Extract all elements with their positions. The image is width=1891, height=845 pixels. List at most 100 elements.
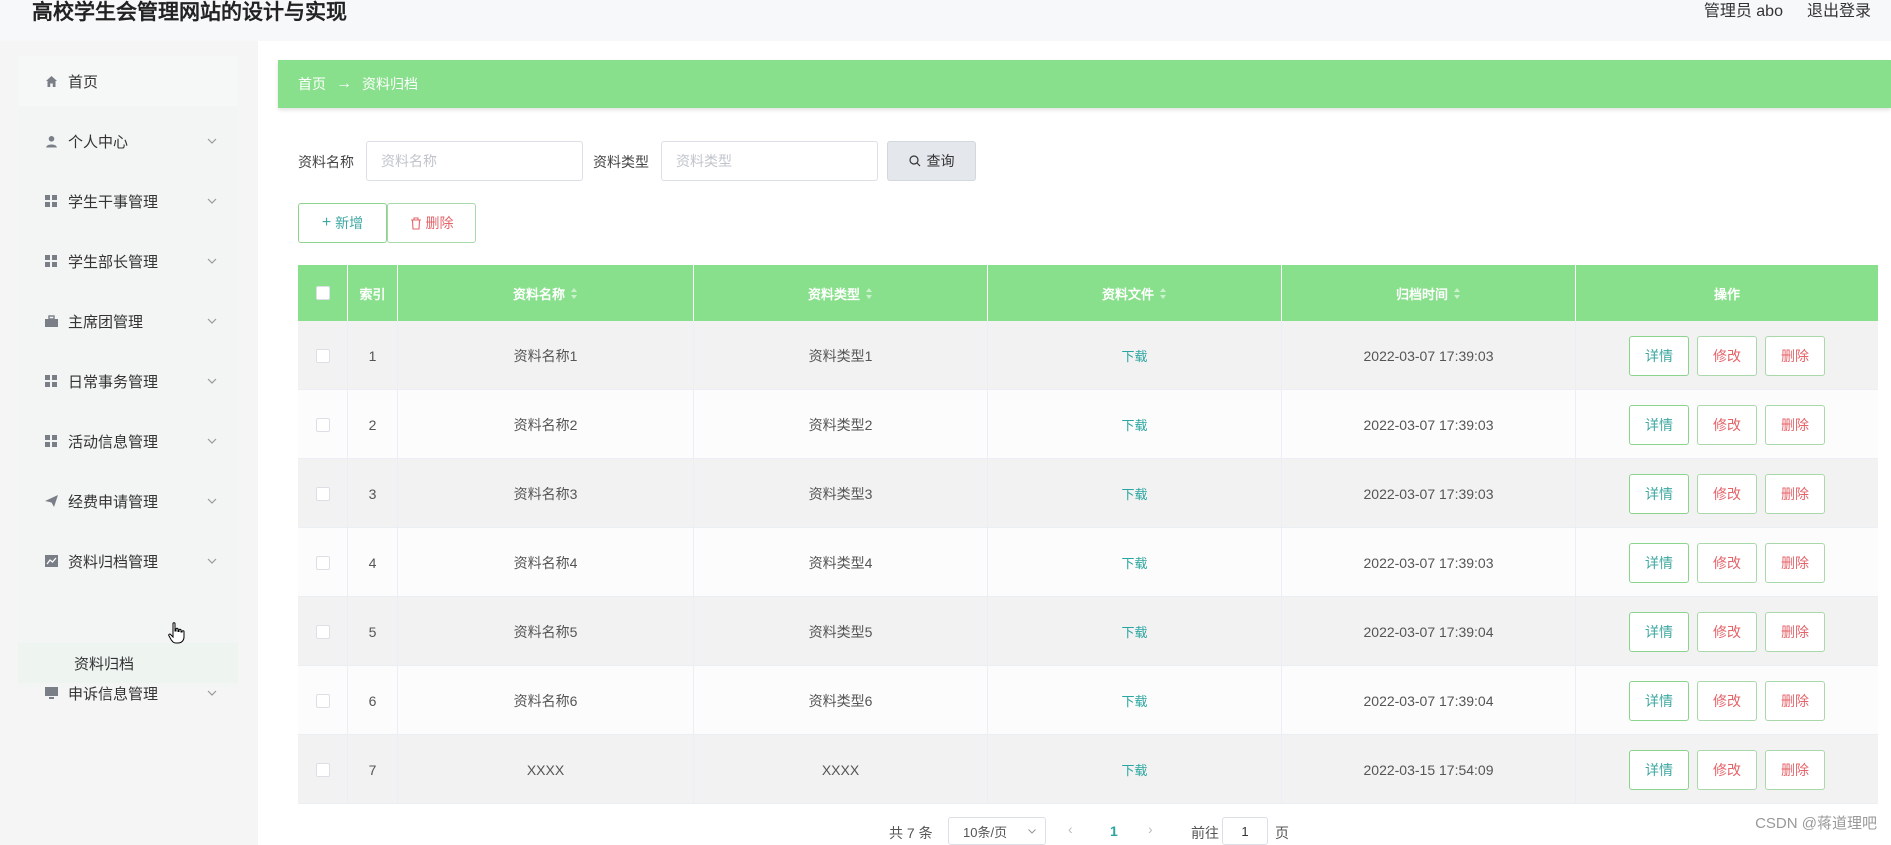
- download-link[interactable]: 下载: [1121, 484, 1147, 503]
- sidebar-item-archive-management[interactable]: 资料归档管理: [18, 536, 238, 586]
- chevron-down-icon: [1028, 829, 1036, 834]
- delete-button[interactable]: 删除: [1765, 749, 1825, 790]
- sidebar-item-student-staff[interactable]: 学生干事管理: [18, 176, 238, 226]
- header-type[interactable]: 资料类型: [694, 265, 988, 321]
- admin-user-label[interactable]: 管理员 abo: [1704, 0, 1783, 24]
- chart-icon: [44, 554, 58, 568]
- row-checkbox-cell: [298, 597, 348, 666]
- sidebar-item-personal-center[interactable]: 个人中心: [18, 116, 238, 166]
- sort-icon[interactable]: [866, 287, 873, 299]
- download-link[interactable]: 下载: [1121, 691, 1147, 710]
- sidebar-item-home[interactable]: 首页: [18, 56, 238, 106]
- header-name[interactable]: 资料名称: [398, 265, 694, 321]
- row-checkbox[interactable]: [315, 762, 330, 777]
- download-link[interactable]: 下载: [1121, 760, 1147, 779]
- goto-page-input[interactable]: [1222, 817, 1268, 845]
- sidebar-item-label: 学生部长管理: [68, 253, 159, 271]
- row-time: 2022-03-07 17:39:03: [1282, 528, 1576, 597]
- row-checkbox-cell: [298, 321, 348, 390]
- header-time[interactable]: 归档时间: [1282, 265, 1576, 321]
- add-button-label: 新增: [335, 215, 364, 231]
- next-page-icon[interactable]: ›: [1148, 821, 1153, 837]
- row-checkbox-cell: [298, 390, 348, 459]
- download-link[interactable]: 下载: [1121, 415, 1147, 434]
- row-checkbox[interactable]: [315, 486, 330, 501]
- detail-button[interactable]: 详情: [1629, 680, 1689, 721]
- download-link[interactable]: 下载: [1121, 553, 1147, 572]
- row-index: 7: [348, 735, 398, 804]
- sidebar-item-daily-affairs[interactable]: 日常事务管理: [18, 356, 238, 406]
- sidebar-item-activity-info[interactable]: 活动信息管理: [18, 416, 238, 466]
- delete-button[interactable]: 删除: [1765, 335, 1825, 376]
- select-all-checkbox[interactable]: [315, 286, 330, 300]
- header-file[interactable]: 资料文件: [988, 265, 1282, 321]
- table-header: 索引 资料名称 资料类型 资料文件 归档时间 操作: [298, 265, 1878, 321]
- breadcrumb-home[interactable]: 首页: [298, 74, 326, 94]
- prev-page-icon[interactable]: ‹: [1068, 821, 1073, 837]
- grid-icon: [44, 194, 58, 208]
- header-ops-label: 操作: [1713, 286, 1740, 302]
- grid-icon: [44, 434, 58, 448]
- sidebar-item-student-minister[interactable]: 学生部长管理: [18, 236, 238, 286]
- detail-button[interactable]: 详情: [1629, 542, 1689, 583]
- edit-button[interactable]: 修改: [1697, 680, 1757, 721]
- delete-button[interactable]: 删除: [1765, 611, 1825, 652]
- delete-button[interactable]: 删除: [1765, 542, 1825, 583]
- row-index: 1: [348, 321, 398, 390]
- row-checkbox[interactable]: [315, 348, 330, 363]
- edit-button[interactable]: 修改: [1697, 542, 1757, 583]
- sidebar-item-label: 个人中心: [68, 133, 129, 151]
- top-bar: 高校学生会管理网站的设计与实现 管理员 abo 退出登录: [0, 0, 1891, 41]
- sidebar-item-appeal-info[interactable]: 申诉信息管理: [18, 668, 238, 718]
- delete-button[interactable]: 删除: [1765, 404, 1825, 445]
- row-checkbox[interactable]: [315, 555, 330, 570]
- edit-button[interactable]: 修改: [1697, 749, 1757, 790]
- name-search-input[interactable]: [366, 141, 583, 181]
- grid-icon: [44, 374, 58, 388]
- header-index-label: 索引: [359, 286, 386, 302]
- sort-icon[interactable]: [571, 287, 578, 299]
- logout-link[interactable]: 退出登录: [1807, 0, 1871, 24]
- sidebar: 首页 个人中心 学生干事管理 学生部长管理 主席团管理 日常事务管理 活动信息管…: [18, 56, 238, 703]
- sidebar-item-presidium[interactable]: 主席团管理: [18, 296, 238, 346]
- row-type: 资料类型3: [694, 459, 988, 528]
- briefcase-icon: [44, 314, 58, 328]
- sort-icon[interactable]: [1454, 287, 1461, 299]
- type-search-input[interactable]: [661, 141, 878, 181]
- row-name: 资料名称1: [398, 321, 694, 390]
- row-time: 2022-03-15 17:54:09: [1282, 735, 1576, 804]
- row-checkbox[interactable]: [315, 693, 330, 708]
- name-search-label: 资料名称: [298, 154, 354, 170]
- sidebar-item-label: 资料归档管理: [68, 553, 159, 571]
- edit-button[interactable]: 修改: [1697, 404, 1757, 445]
- row-time: 2022-03-07 17:39:03: [1282, 321, 1576, 390]
- edit-button[interactable]: 修改: [1697, 611, 1757, 652]
- batch-delete-button[interactable]: 删除: [387, 203, 476, 243]
- detail-button[interactable]: 详情: [1629, 749, 1689, 790]
- row-file-cell: 下载: [988, 390, 1282, 459]
- edit-button[interactable]: 修改: [1697, 473, 1757, 514]
- current-page-number[interactable]: 1: [1110, 823, 1118, 839]
- row-checkbox[interactable]: [315, 417, 330, 432]
- edit-button[interactable]: 修改: [1697, 335, 1757, 376]
- sidebar-item-funding-application[interactable]: 经费申请管理: [18, 476, 238, 526]
- row-name: 资料名称5: [398, 597, 694, 666]
- add-button[interactable]: + 新增: [298, 203, 387, 243]
- row-index: 6: [348, 666, 398, 735]
- query-button[interactable]: 查询: [887, 141, 976, 181]
- sort-icon[interactable]: [1160, 287, 1167, 299]
- download-link[interactable]: 下载: [1121, 346, 1147, 365]
- detail-button[interactable]: 详情: [1629, 335, 1689, 376]
- row-file-cell: 下载: [988, 321, 1282, 390]
- row-type: 资料类型4: [694, 528, 988, 597]
- detail-button[interactable]: 详情: [1629, 404, 1689, 445]
- delete-button[interactable]: 删除: [1765, 680, 1825, 721]
- page-size-select[interactable]: 10条/页: [948, 817, 1046, 845]
- row-checkbox[interactable]: [315, 624, 330, 639]
- detail-button[interactable]: 详情: [1629, 473, 1689, 514]
- detail-button[interactable]: 详情: [1629, 611, 1689, 652]
- hand-cursor-icon: [168, 622, 185, 644]
- download-link[interactable]: 下载: [1121, 622, 1147, 641]
- delete-button[interactable]: 删除: [1765, 473, 1825, 514]
- table-row: 4 资料名称4 资料类型4 下载 2022-03-07 17:39:03 详情 修改 删除: [298, 528, 1878, 597]
